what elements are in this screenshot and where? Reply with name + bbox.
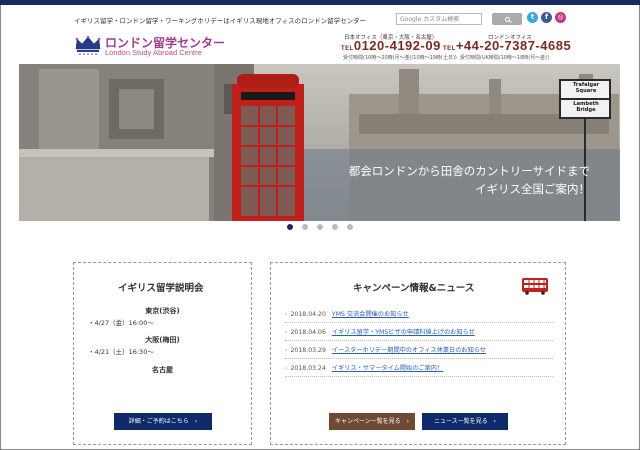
site-tagline: イギリス留学・ロンドン留学・ワーキングホリデーはイギリス現地オフィスのロンドン留… — [74, 17, 367, 25]
slider-dot-1[interactable] — [287, 224, 293, 230]
search-input[interactable]: Google カスタム検索 — [396, 13, 482, 25]
chevron-right-icon: › — [285, 329, 288, 336]
instagram-icon[interactable]: ◎ — [555, 12, 566, 23]
seminar-panel: イギリス留学説明会 東京(渋谷) ・4/27（金）16:00〜 大阪(梅田) ・… — [73, 262, 252, 445]
chevron-right-icon: › — [285, 347, 288, 354]
news-item[interactable]: › 2018.03.29 イースターホリデー期間中のオフィス休業日のお知らせ — [285, 342, 553, 359]
red-bus-icon — [522, 278, 548, 295]
chevron-right-icon: › — [285, 311, 288, 318]
hero-caption-line1: 都会ロンドンから田舎のカントリーサイドまで — [348, 164, 590, 178]
news-item[interactable]: › 2018.04.20 YMS 交流会開催のお知らせ — [285, 306, 553, 323]
chevron-right-icon: › — [285, 365, 288, 372]
hero-caption: 都会ロンドンから田舎のカントリーサイドまで イギリス全国ご案内！ — [349, 162, 590, 198]
facebook-icon[interactable]: f — [541, 12, 552, 23]
seminar-title: イギリス留学説明会 — [118, 283, 204, 294]
hero-slider[interactable]: Trafalgar Square Lambeth Bridge 都会ロンドンから… — [19, 64, 620, 221]
japan-office-hours: 受付時間(10時〜20時(月〜金)/10時〜19時(土日)) — [343, 55, 457, 61]
search-icon — [504, 16, 510, 22]
crown-logo-icon[interactable] — [74, 35, 102, 55]
chevron-right-icon: › — [194, 418, 198, 425]
search-button[interactable] — [492, 13, 522, 25]
seminar-details-button[interactable]: 詳細・ご予約はこちら › — [114, 413, 212, 430]
sign-lambeth-bridge: Lambeth Bridge — [573, 101, 599, 113]
slider-dot-4[interactable] — [332, 224, 338, 230]
logo-english-name[interactable]: London Study Abroad Centre — [105, 48, 202, 57]
venue-osaka: 大阪(梅田) — [145, 336, 180, 344]
seminar-date-tokyo[interactable]: ・4/27（金）16:00〜 — [88, 317, 154, 327]
campaign-list-button[interactable]: キャンペーン一覧を見る › — [329, 413, 415, 430]
news-item[interactable]: › 2018.04.06 イギリス留学・YMSビザの申請料値上げのお知らせ — [285, 324, 553, 341]
seminar-date-osaka[interactable]: ・4/21（土）16:30〜 — [88, 346, 154, 356]
london-office-hours: 受付時間(UK時間/10時〜18時(月〜金)) — [460, 55, 550, 61]
sign-trafalgar-square: Trafalgar Square — [572, 82, 600, 94]
chevron-right-icon: › — [406, 418, 410, 425]
news-item[interactable]: › 2018.03.24 イギリス・サマータイム開始のご案内！ — [285, 360, 553, 377]
twitter-icon[interactable]: t — [527, 12, 538, 23]
japan-office-phone[interactable]: TEL0120-4192-09 — [341, 38, 441, 53]
venue-nagoya: 名古屋 — [152, 366, 173, 374]
slider-dot-2[interactable] — [302, 224, 308, 230]
hero-caption-line2: イギリス全国ご案内！ — [475, 182, 590, 196]
slider-dot-3[interactable] — [317, 224, 323, 230]
news-title: キャンペーン情報&ニュース — [353, 283, 475, 294]
london-office-phone[interactable]: TEL+44-20-7387-4685 — [443, 38, 571, 53]
news-list-button[interactable]: ニュース一覧を見る › — [422, 413, 508, 430]
chevron-right-icon: › — [493, 418, 497, 425]
venue-tokyo: 東京(渋谷) — [145, 307, 180, 315]
slider-dot-5[interactable] — [347, 224, 353, 230]
